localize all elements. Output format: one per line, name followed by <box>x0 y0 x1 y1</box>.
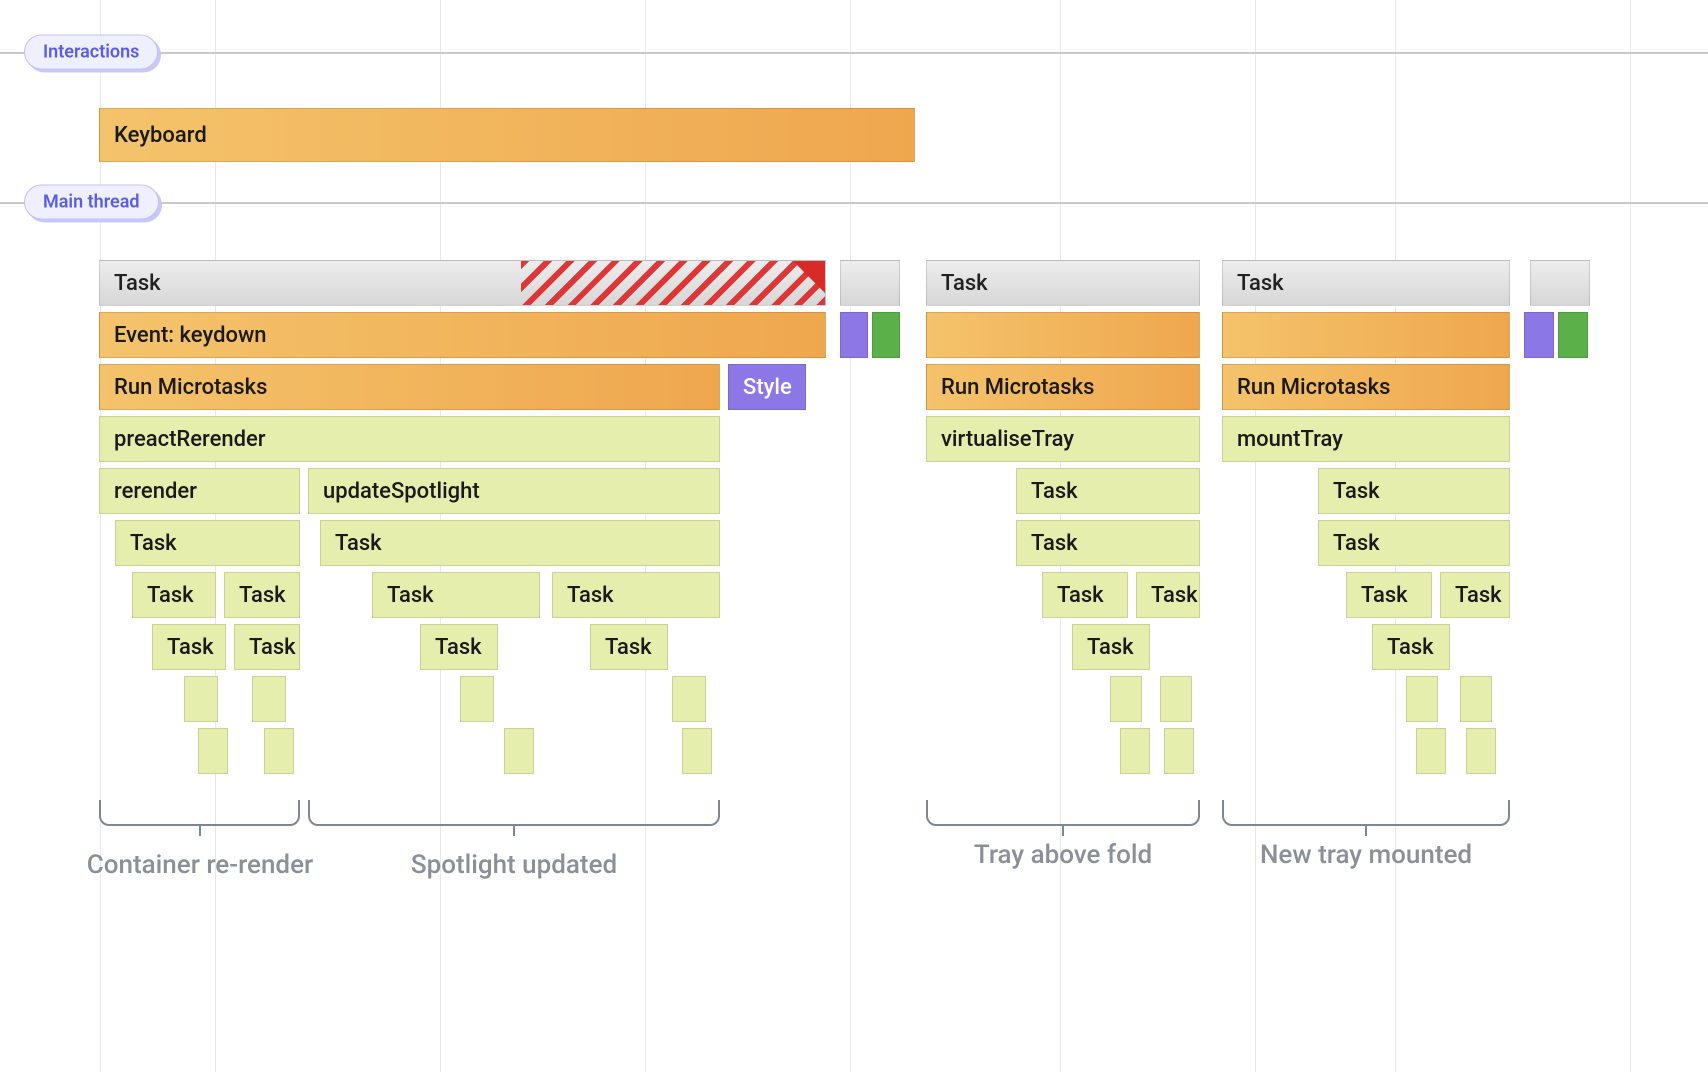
task-bar[interactable] <box>460 676 494 722</box>
task-bar[interactable] <box>1120 728 1150 774</box>
task-bar[interactable]: Task <box>1346 572 1432 618</box>
task-bar[interactable]: Task <box>234 624 300 670</box>
brace-container <box>99 800 300 826</box>
task-bar[interactable] <box>264 728 294 774</box>
task-bar[interactable]: Task <box>132 572 216 618</box>
task-bar[interactable] <box>840 260 900 306</box>
caption-spotlight: Spotlight updated <box>411 850 617 880</box>
task-bar[interactable]: Task <box>1136 572 1200 618</box>
task-bar[interactable]: Task <box>224 572 300 618</box>
task-label: Task <box>114 271 161 296</box>
task-bar[interactable] <box>1164 728 1194 774</box>
task-bar[interactable]: Task <box>1440 572 1510 618</box>
preact-rerender-bar[interactable]: preactRerender <box>99 416 720 462</box>
brace-spotlight <box>308 800 720 826</box>
brace-mounted <box>1222 800 1510 826</box>
caption-above-fold: Tray above fold <box>974 840 1152 870</box>
style-recalc-bar[interactable] <box>840 312 868 358</box>
mount-tray-bar[interactable]: mountTray <box>1222 416 1510 462</box>
task-bar[interactable] <box>252 676 286 722</box>
task-bar[interactable] <box>1160 676 1192 722</box>
task-bar[interactable]: Task <box>1318 468 1510 514</box>
update-spotlight-bar[interactable]: updateSpotlight <box>308 468 720 514</box>
event-keydown-bar[interactable]: Event: keydown <box>99 312 826 358</box>
caption-container: Container re-render <box>87 850 313 880</box>
event-bar[interactable] <box>1222 312 1510 358</box>
task-bar[interactable] <box>1466 728 1496 774</box>
task-bar[interactable]: Task <box>1222 260 1510 306</box>
run-microtasks-bar[interactable]: Run Microtasks <box>1222 364 1510 410</box>
task-bar[interactable]: Task <box>99 260 826 306</box>
section-badge-main-thread[interactable]: Main thread <box>24 185 159 220</box>
task-bar[interactable]: Task <box>420 624 498 670</box>
long-task-triangle-icon <box>793 261 825 293</box>
task-bar[interactable]: Task <box>1372 624 1450 670</box>
style-recalc-bar[interactable] <box>1524 312 1554 358</box>
gridline <box>1630 0 1631 1072</box>
flame-chart-canvas: Interactions Keyboard Main thread Task E… <box>0 0 1708 1072</box>
section-badge-interactions[interactable]: Interactions <box>24 35 158 70</box>
task-bar[interactable] <box>1406 676 1438 722</box>
paint-bar[interactable] <box>872 312 900 358</box>
task-bar[interactable]: Task <box>1016 520 1200 566</box>
task-bar[interactable]: Task <box>1072 624 1150 670</box>
interaction-keyboard[interactable]: Keyboard <box>99 108 915 162</box>
style-bar[interactable]: Style <box>728 364 806 410</box>
task-bar[interactable] <box>198 728 228 774</box>
task-bar[interactable]: Task <box>590 624 668 670</box>
brace-above-fold <box>926 800 1200 826</box>
paint-bar[interactable] <box>1558 312 1588 358</box>
caption-mounted: New tray mounted <box>1260 840 1472 870</box>
task-bar[interactable]: Task <box>152 624 226 670</box>
task-bar[interactable] <box>1530 260 1590 306</box>
task-bar[interactable] <box>672 676 706 722</box>
task-bar[interactable]: Task <box>372 572 540 618</box>
task-bar[interactable] <box>504 728 534 774</box>
gridline <box>1255 0 1256 1072</box>
task-bar[interactable]: Task <box>1318 520 1510 566</box>
event-bar[interactable] <box>926 312 1200 358</box>
task-bar[interactable]: Task <box>115 520 300 566</box>
task-bar[interactable] <box>184 676 218 722</box>
task-bar[interactable]: Task <box>1016 468 1200 514</box>
task-bar[interactable]: Task <box>926 260 1200 306</box>
section-divider-main-thread <box>0 202 1708 204</box>
run-microtasks-bar[interactable]: Run Microtasks <box>926 364 1200 410</box>
task-bar[interactable] <box>1110 676 1142 722</box>
task-bar[interactable] <box>682 728 712 774</box>
virtualise-tray-bar[interactable]: virtualiseTray <box>926 416 1200 462</box>
section-divider-interactions <box>0 52 1708 54</box>
run-microtasks-bar[interactable]: Run Microtasks <box>99 364 720 410</box>
task-bar[interactable]: Task <box>320 520 720 566</box>
task-bar[interactable] <box>1416 728 1446 774</box>
task-bar[interactable] <box>1460 676 1492 722</box>
long-task-hatch <box>521 261 825 305</box>
task-bar[interactable]: Task <box>552 572 720 618</box>
task-bar[interactable]: Task <box>1042 572 1128 618</box>
rerender-bar[interactable]: rerender <box>99 468 300 514</box>
